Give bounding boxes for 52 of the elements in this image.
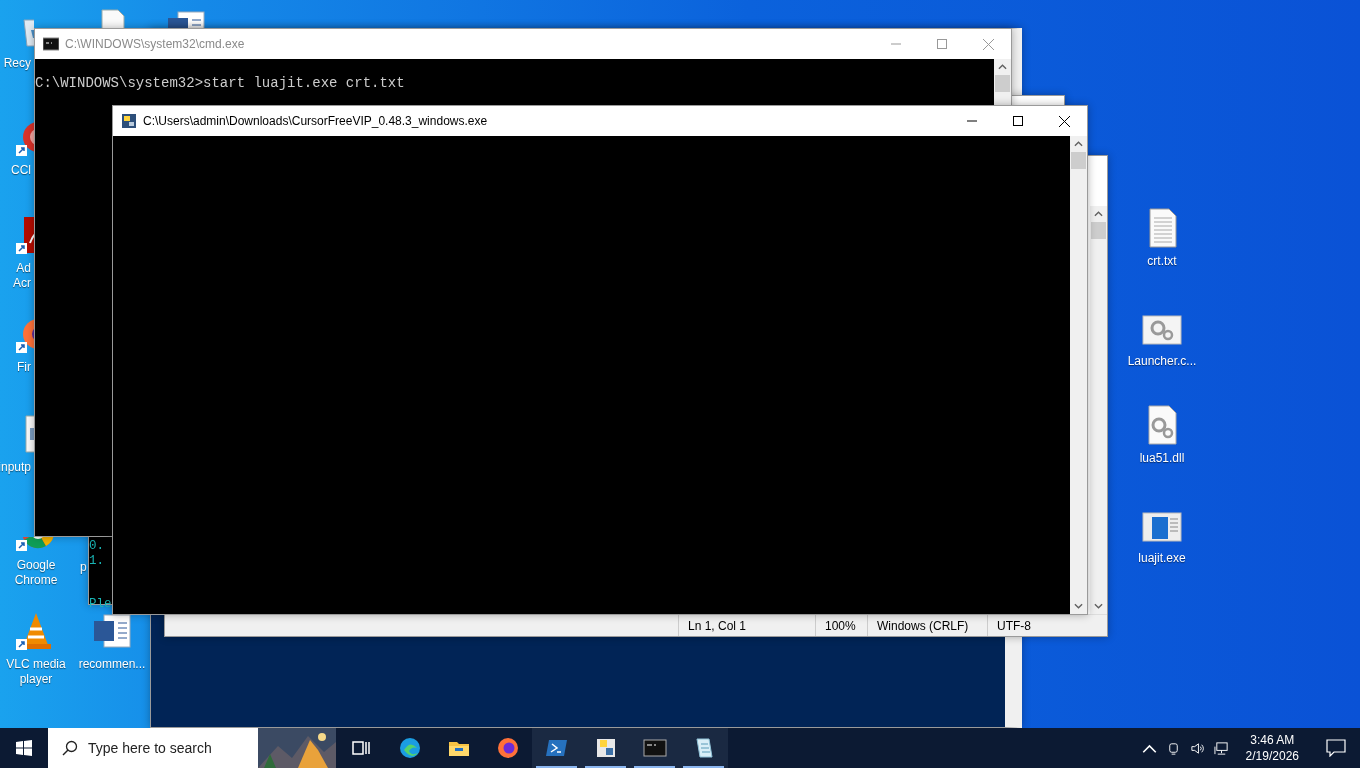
- scroll-up-icon[interactable]: [1094, 211, 1103, 217]
- scroll-thumb[interactable]: [1091, 222, 1106, 239]
- browser-icon: [397, 736, 422, 760]
- browser-icon: [495, 736, 520, 760]
- icon-label[interactable]: inputp: [0, 460, 31, 475]
- python-icon: [121, 113, 137, 129]
- notification-icon[interactable]: [1326, 739, 1346, 757]
- terminal-icon: [642, 736, 667, 760]
- scroll-up-icon[interactable]: [1074, 141, 1083, 147]
- search-icon: [62, 740, 78, 756]
- scrollbar[interactable]: [1070, 136, 1087, 614]
- clock[interactable]: 3:46 AM 2/19/2026: [1237, 732, 1307, 764]
- taskbar-app[interactable]: [532, 728, 581, 768]
- window-title: C:\WINDOWS\system32\cmd.exe: [65, 37, 245, 51]
- volume-icon[interactable]: [1189, 740, 1205, 756]
- scroll-up-icon[interactable]: [998, 64, 1007, 70]
- clock-time: 3:46 AM: [1250, 732, 1295, 748]
- icon-label[interactable]: VLC media player: [6, 657, 66, 687]
- close-icon: [1058, 115, 1070, 127]
- terminal-icon: [43, 36, 59, 52]
- icon-label[interactable]: Launcher.c...: [1127, 354, 1197, 369]
- scrollbar[interactable]: [1090, 206, 1107, 614]
- icon-label[interactable]: Fir: [0, 360, 31, 375]
- icon-label[interactable]: CCl: [0, 163, 31, 178]
- console-line: 1.: [89, 554, 105, 569]
- icon-label[interactable]: crt.txt: [1147, 254, 1177, 269]
- scroll-thumb[interactable]: [995, 75, 1010, 92]
- icon-label[interactable]: lua51.dll: [1139, 451, 1185, 466]
- clock-date: 2/19/2026: [1245, 748, 1299, 764]
- console-line: Ple: [89, 597, 113, 612]
- icon-label[interactable]: luajit.exe: [1138, 551, 1186, 566]
- maximize-icon: [937, 39, 947, 49]
- console-line: C:\WINDOWS\system32>start luajit.exe crt.txt: [35, 75, 406, 91]
- scroll-down-icon[interactable]: [1074, 603, 1083, 609]
- console-line: 0.: [89, 539, 105, 554]
- scroll-thumb[interactable]: [1071, 152, 1086, 169]
- icon-label[interactable]: p: [80, 560, 87, 575]
- maximize-icon: [1013, 116, 1023, 126]
- network-icon[interactable]: [1213, 740, 1229, 756]
- window-title: C:\Users\admin\Downloads\CursorFreeVIP_0.48.3_windows.exe: [143, 114, 488, 128]
- close-icon: [982, 38, 994, 50]
- scrollbar[interactable]: [994, 59, 1011, 105]
- taskbar-app[interactable]: [679, 728, 728, 768]
- icon-label[interactable]: Ad Acr: [0, 261, 31, 291]
- scroll-down-icon[interactable]: [1094, 603, 1103, 609]
- icon-label[interactable]: Google Chrome: [14, 558, 58, 588]
- icon-label[interactable]: Recy: [0, 56, 31, 71]
- word-document-icon[interactable]: [92, 611, 132, 651]
- search-bar[interactable]: Type here to search: [48, 728, 336, 768]
- icon-label[interactable]: recommen...: [78, 657, 146, 672]
- search-field[interactable]: Type here to search: [88, 740, 238, 756]
- windows-icon: [16, 740, 32, 756]
